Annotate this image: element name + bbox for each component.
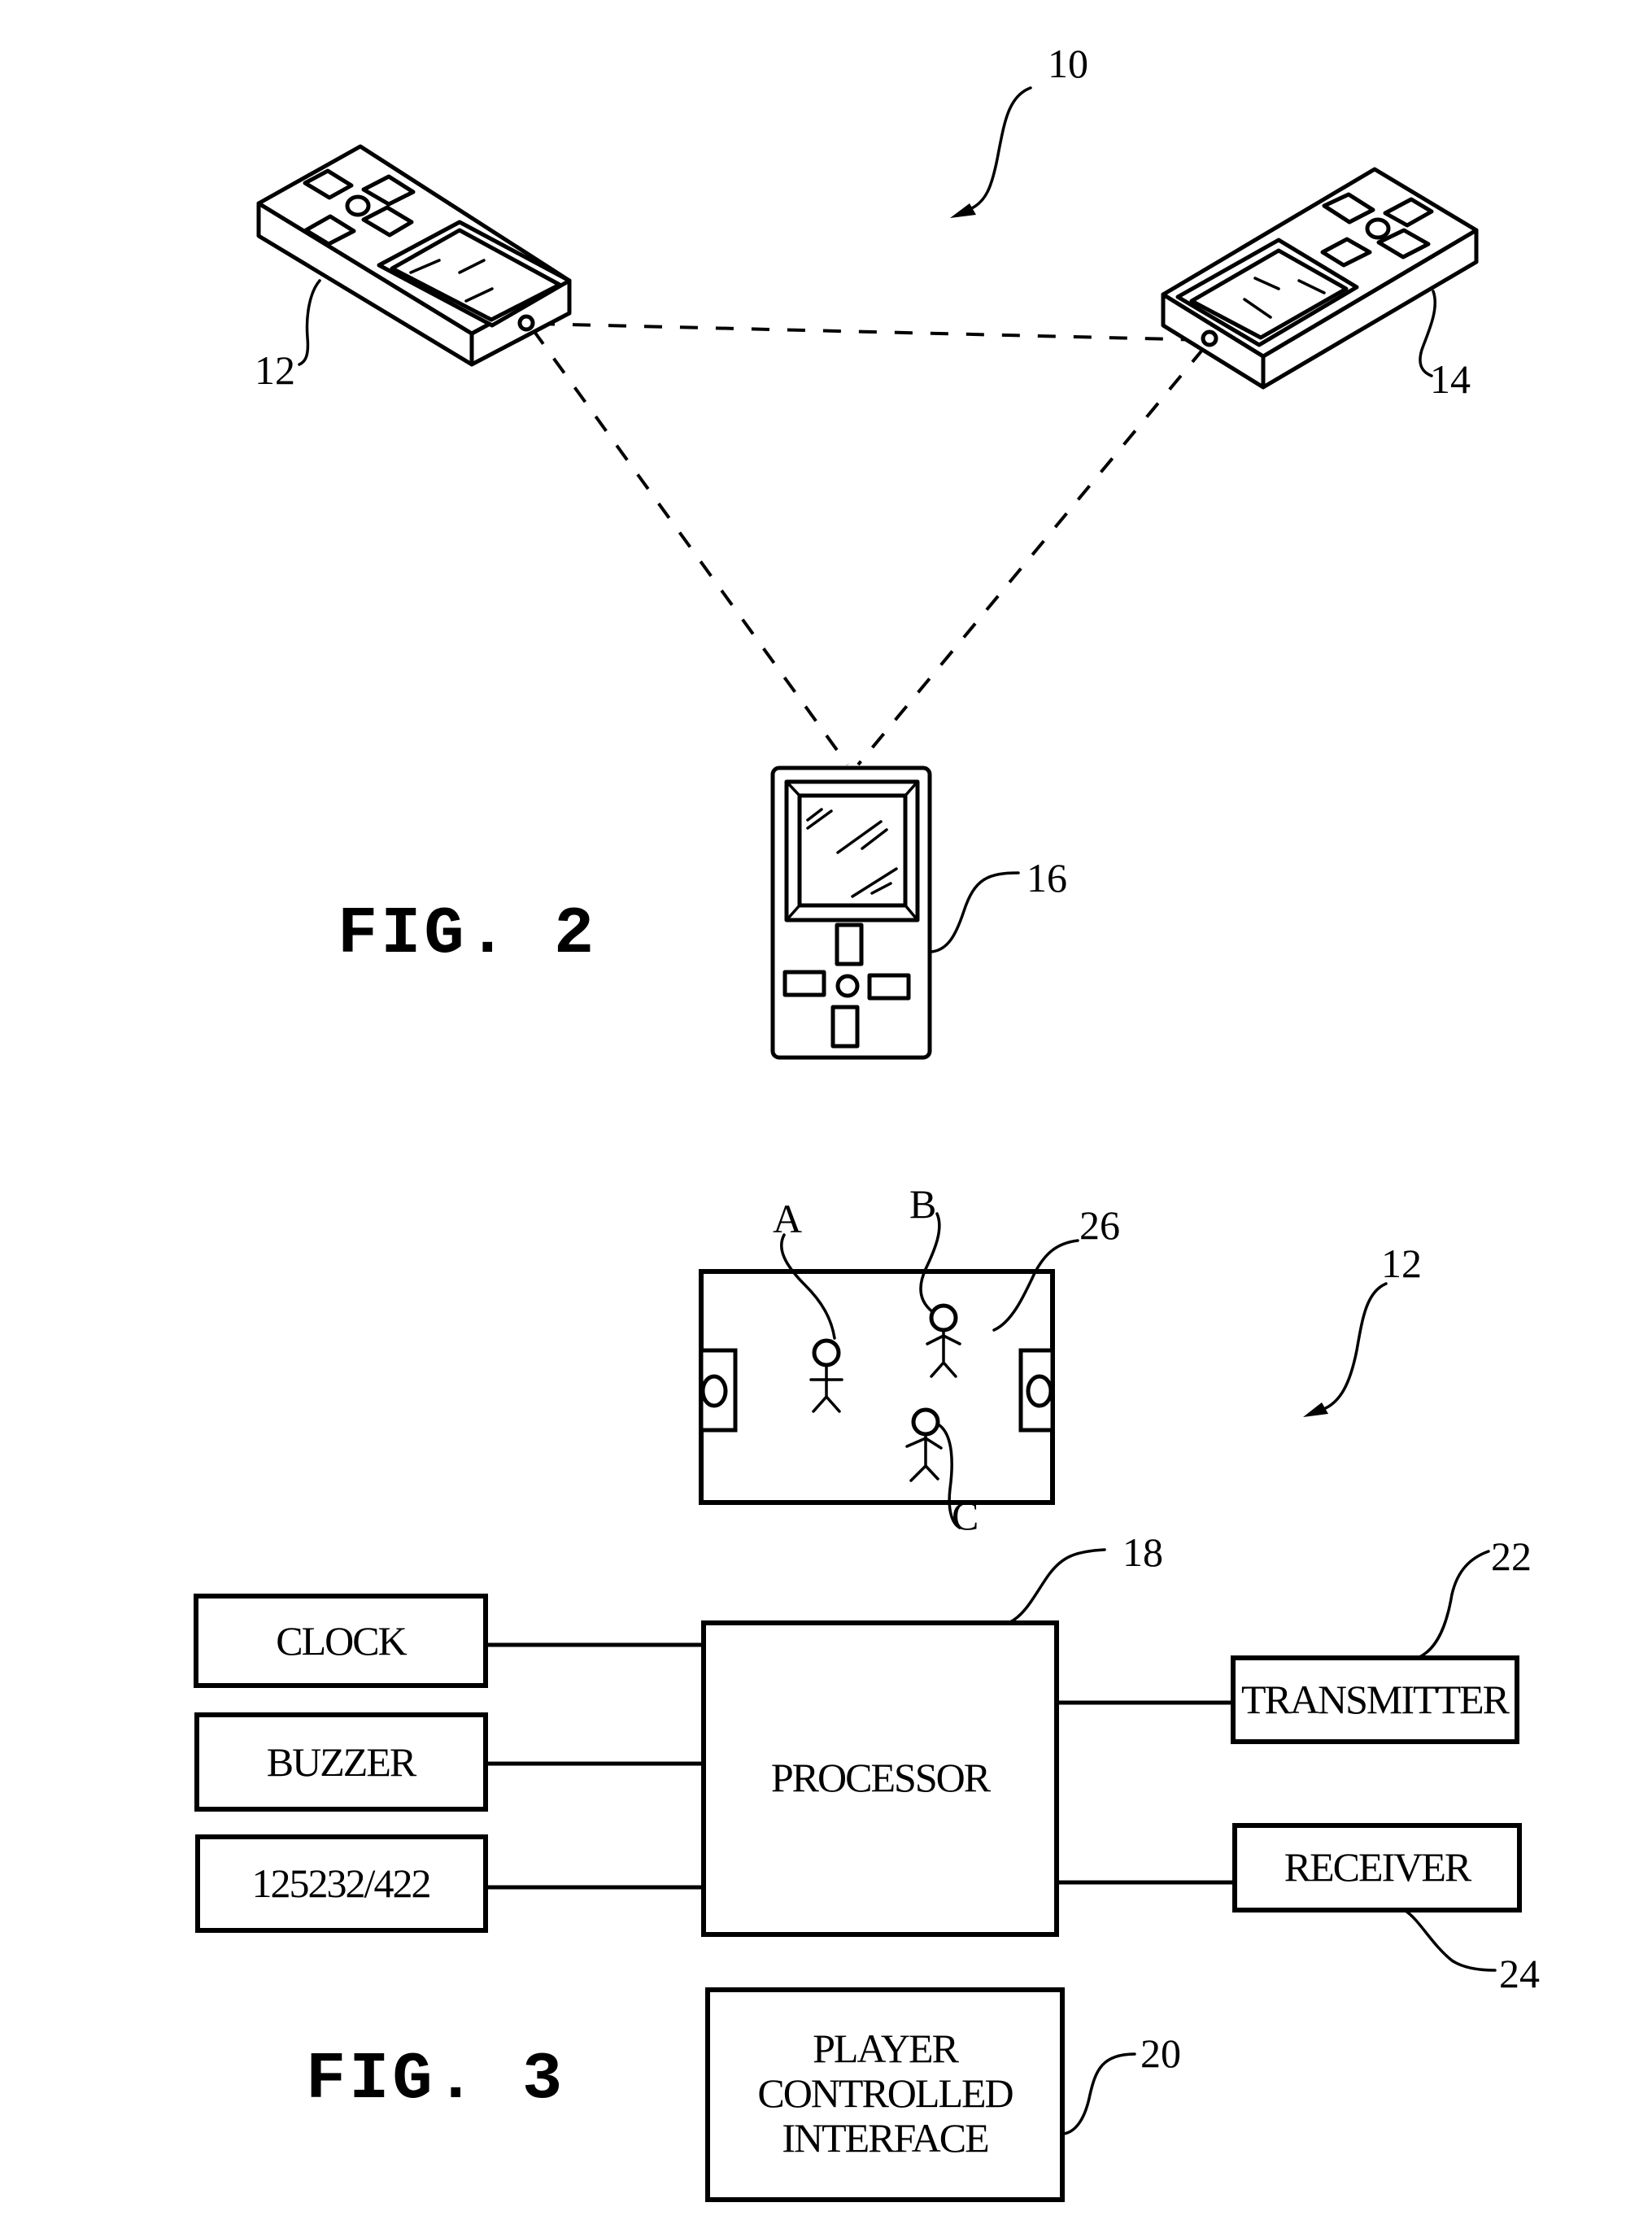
leader-line-22 [1418,1550,1490,1659]
button-up-icon [835,922,864,966]
figure-2-caption: FIG. 2 [338,896,597,972]
device-14: 14 [1161,167,1479,402]
center-button-icon [1365,217,1391,240]
receiver-label: RECEIVER [1284,1844,1472,1890]
ref-label-10: 10 [1048,41,1088,86]
leader-line-18 [1007,1548,1106,1625]
center-button-icon [835,974,860,998]
soccer-field [699,1269,1055,1505]
clock-label: CLOCK [276,1618,407,1664]
wireless-links [531,322,1208,766]
leader-line-20 [1062,2052,1136,2135]
leader-line-16 [930,871,1020,953]
interface-label-line-1: PLAYER [813,2026,960,2071]
button-down-icon [830,1005,860,1049]
ir-port-icon [1201,329,1218,347]
player-label-a: A [773,1196,802,1241]
player-label-c: C [952,1493,979,1538]
device-ref-12: 12 [1303,1241,1422,1417]
ref-label-26: 26 [1079,1202,1120,1248]
patent-drawing-sheet: 10 12 14 16 FIG. 2 12 A B C 26 CLOCK BUZ… [0,0,1652,2220]
system-ref-10: 10 [950,41,1088,218]
goal-left-ball-icon [700,1374,728,1408]
interface-block: PLAYER CONTROLLED INTERFACE 20 [705,1987,1181,2202]
game-display-26: A B C 26 [699,1181,1120,1538]
ref-label-22: 22 [1491,1533,1532,1579]
receiver-block: RECEIVER 24 [1232,1823,1540,1996]
leader-line-10 [966,86,1032,212]
ref-label-20: 20 [1140,2030,1181,2076]
arrowhead-icon [950,203,976,218]
interface-label-line-2: CONTROLLED [757,2070,1013,2116]
leader-line-12 [298,279,321,366]
serial-block: 125232/422 [195,1834,488,1933]
ref-label-14: 14 [1430,356,1471,402]
buzzer-label: BUZZER [267,1739,417,1785]
ref-label-16: 16 [1027,855,1067,901]
center-button-icon [345,194,371,217]
buzzer-block: BUZZER [194,1712,488,1812]
figure-3-caption: FIG. 3 [306,2042,565,2118]
interface-label-line-3: INTERFACE [782,2115,988,2161]
leader-line-12-fig3 [1320,1282,1388,1411]
drawing-svg: 10 12 14 16 FIG. 2 12 A B C 26 CLOCK BUZ… [194,41,1540,2202]
ref-label-12: 12 [255,347,295,393]
goal-right-ball-icon [1026,1374,1053,1408]
processor-label: PROCESSOR [771,1755,992,1800]
processor-block: PROCESSOR 18 [701,1529,1163,1937]
link-12-16 [531,328,849,766]
transmitter-block: TRANSMITTER 22 [1231,1533,1532,1744]
leader-line-24 [1404,1909,1497,1972]
link-12-14 [536,322,1208,342]
ref-label-18: 18 [1122,1529,1163,1575]
player-label-b: B [909,1181,936,1227]
device-12: 12 [255,144,572,393]
figure-2: 10 12 14 16 FIG. 2 [255,41,1479,1060]
clock-block: CLOCK [194,1594,488,1688]
button-right-icon [867,973,911,1001]
serial-label: 125232/422 [252,1860,430,1906]
link-14-16 [857,347,1205,766]
arrowhead-icon [1303,1402,1328,1417]
button-left-icon [782,970,826,997]
device-16-screen [797,793,908,908]
figure-3: 12 A B C 26 CLOCK BUZZER 125232/422 PROC… [194,1181,1540,2202]
ir-port-icon [517,314,535,332]
device-16: 16 [770,765,1067,1060]
ref-label-24: 24 [1499,1951,1540,1996]
transmitter-label: TRANSMITTER [1241,1677,1510,1722]
ref-label-12-fig3: 12 [1381,1241,1422,1286]
